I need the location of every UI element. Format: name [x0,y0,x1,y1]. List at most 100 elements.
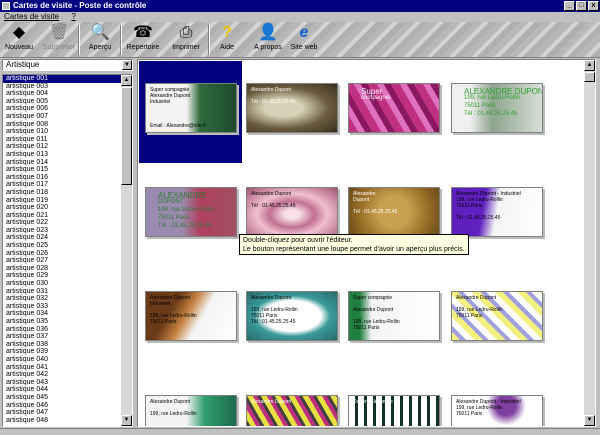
list-item[interactable]: artistique 017 [3,181,121,189]
menu-help[interactable]: ? [71,12,75,21]
toolbar-separator [78,25,80,55]
toolbar-button-4[interactable]: ⎙ Imprimer [167,23,205,57]
scroll-up-button[interactable]: ▲ [121,75,132,86]
toolbar-button-1[interactable]: 🗑 Supprimer [40,23,78,57]
list-item[interactable]: artistique 033 [3,303,121,311]
toolbar-button-0[interactable]: ◆ Nouveau [2,23,36,57]
business-card-thumbnail[interactable]: Alexandre Dupont Tél : 01.45.25.25.45 [348,187,440,237]
minimize-button[interactable]: _ [564,1,575,11]
card-text: Industriel [150,99,171,105]
business-card-thumbnail[interactable]: Super compagnie Alexandre Dupont 199, rue … [348,291,440,341]
list-item[interactable]: artistique 030 [3,280,121,288]
business-card-thumbnail[interactable]: Alexandre Dupont 199, rue Ledru-Rollin 750… [246,291,338,341]
business-card-thumbnail[interactable]: Alexandre Dupont - Industriel 199, rue Le… [451,187,543,237]
list-item[interactable]: artistique 036 [3,326,121,334]
tooltip: Double-cliquez pour ouvrir l'éditeur. Le… [239,234,469,255]
list-item[interactable]: artistique 022 [3,219,121,227]
maximize-button[interactable]: □ [576,1,587,11]
list-item[interactable]: artistique 034 [3,310,121,318]
list-item[interactable]: artistique 007 [3,113,121,121]
business-card-thumbnail[interactable]: ALEXANDRE DUPONT 199, rue Ledru-Rollin 750… [451,83,543,133]
list-item[interactable]: artistique 035 [3,318,121,326]
list-item[interactable]: artistique 016 [3,174,121,182]
list-item[interactable]: artistique 001 [3,75,121,83]
list-item[interactable]: artistique 042 [3,371,121,379]
list-item[interactable]: artistique 044 [3,386,121,394]
list-item[interactable]: artistique 020 [3,204,121,212]
list-item[interactable]: artistique 004 [3,90,121,98]
list-item[interactable]: artistique 046 [3,402,121,410]
list-item[interactable]: artistique 015 [3,166,121,174]
list-item[interactable]: artistique 028 [3,265,121,273]
business-card-thumbnail[interactable]: ALEXANDRE DUPONT 199, rue Ledru-Rollin 7501… [145,187,237,237]
business-card-thumbnail[interactable]: Alexandre Dupont Tél : 01.45.25.25.45 [246,187,338,237]
toolbar-button-2[interactable]: 🔍 Aperçu [83,23,117,57]
title-bar: Cartes de visite - Poste de contrôle _ □… [0,0,600,12]
list-item[interactable]: artistique 008 [3,121,121,129]
business-card-thumbnail[interactable]: Alexandre Dupont 199, rue Ledru-Rollin 750… [451,291,543,341]
card-text: 75011 Paris [456,203,483,209]
business-card-thumbnail[interactable]: Alexandre Dupont - Industriel 199, rue Le… [451,395,543,426]
business-card-thumbnail[interactable]: Alexandre Dupont [246,395,338,426]
list-item[interactable]: artistique 047 [3,409,121,417]
list-item[interactable]: artistique 024 [3,234,121,242]
card-text: DUPONT [158,199,184,205]
list-item[interactable]: artistique 012 [3,143,121,151]
gallery-scrollbar[interactable]: ▲ ▼ [584,60,595,426]
list-item[interactable]: artistique 032 [3,295,121,303]
scroll-down-button[interactable]: ▼ [121,415,132,426]
tooltip-line-1: Double-cliquez pour ouvrir l'éditeur. [243,237,353,244]
toolbar-button-3[interactable]: ☎ Repertoire [123,23,163,57]
business-card-thumbnail[interactable]: Super compagnie [348,83,440,133]
list-item[interactable]: artistique 041 [3,364,121,372]
list-item[interactable]: artistique 026 [3,250,121,258]
list-item[interactable]: artistique 027 [3,257,121,265]
web-icon: e [299,24,309,41]
list-item[interactable]: artistique 045 [3,394,121,402]
gallery-scroll-down-button[interactable]: ▼ [584,415,595,426]
list-item[interactable]: artistique 006 [3,105,121,113]
gallery-scroll-thumb[interactable] [584,72,595,82]
close-button[interactable]: x [588,1,599,11]
list-item[interactable]: artistique 038 [3,341,121,349]
card-text: Tél : 01.45.25.25.45 [353,209,398,215]
card-text: Tél : 01.45.25.25.45 [456,215,501,221]
list-item[interactable]: artistique 010 [3,128,121,136]
toolbar-button-6[interactable]: 👤 A propos [250,23,286,57]
business-card-thumbnail[interactable]: Super compagnie Alexandre Dupont Industrie… [145,83,237,133]
card-text: Dupont Alexandre [353,399,393,405]
list-item[interactable]: artistique 029 [3,272,121,280]
business-card-thumbnail[interactable]: Alexandre Dupont Industriel 199, rue Ledru… [145,291,237,341]
gallery-scroll-up-button[interactable]: ▲ [584,60,595,71]
card-text: 75011 Paris [150,319,177,325]
menu-cartes-de-visite[interactable]: Cartes de visite [4,12,59,21]
list-item[interactable]: artistique 043 [3,379,121,387]
business-card-thumbnail[interactable]: Alexandre Dupont 199, rue Ledru-Rollin [145,395,237,426]
list-item[interactable]: artistique 013 [3,151,121,159]
list-item[interactable]: artistique 005 [3,98,121,106]
chevron-down-icon[interactable]: ▼ [122,60,132,70]
list-item[interactable]: artistique 014 [3,159,121,167]
list-item[interactable]: artistique 023 [3,227,121,235]
card-text: Alexandre Dupont [251,191,292,197]
list-item[interactable]: artistique 025 [3,242,121,250]
list-item[interactable]: artistique 040 [3,356,121,364]
list-item[interactable]: artistique 003 [3,83,121,91]
list-item[interactable]: artistique 018 [3,189,121,197]
toolbar-button-7[interactable]: e Site web [287,23,321,57]
card-list[interactable]: artistique 001 artistique 003 artistique 0… [2,74,133,427]
list-item[interactable]: artistique 019 [3,197,121,205]
list-item[interactable]: artistique 011 [3,136,121,144]
list-item[interactable]: artistique 037 [3,333,121,341]
toolbar-button-5[interactable]: ? Aide [212,23,242,57]
list-item[interactable]: artistique 021 [3,212,121,220]
business-card-thumbnail[interactable]: Alexandre Dupont Tél : 01.45.25.25.45 [246,83,338,133]
list-item[interactable]: artistique 048 [3,417,121,425]
magnifier-icon: 🔍 [90,24,110,41]
category-dropdown[interactable]: Artistique ▼ [2,59,133,71]
scroll-thumb[interactable] [121,87,132,185]
business-card-thumbnail[interactable]: Dupont Alexandre [348,395,440,426]
list-item[interactable]: artistique 031 [3,288,121,296]
list-item[interactable]: artistique 039 [3,348,121,356]
list-scrollbar[interactable]: ▲ ▼ [121,75,132,426]
